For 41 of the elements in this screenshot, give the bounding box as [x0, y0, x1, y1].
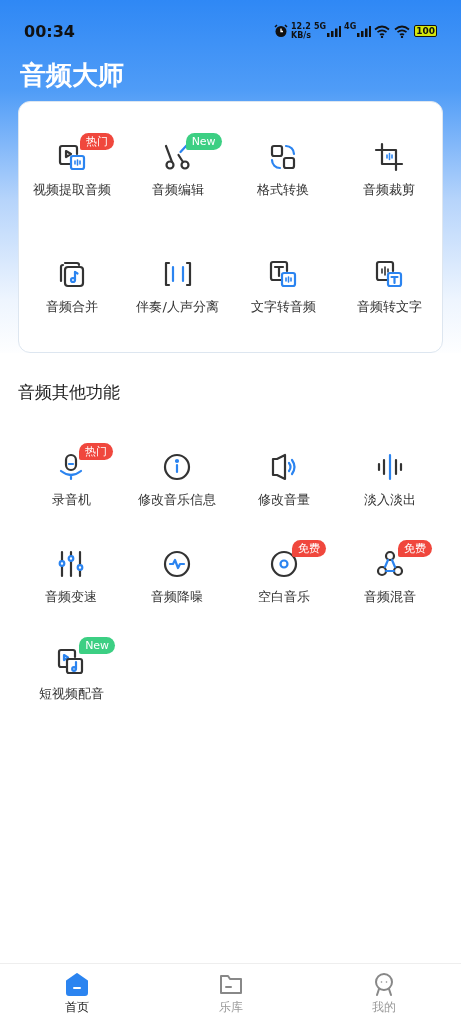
- tool-button[interactable]: 音频降噪: [151, 549, 204, 606]
- tool-button[interactable]: 淡入淡出: [363, 452, 416, 509]
- home-icon: [63, 971, 90, 997]
- battery-indicator: 100: [414, 25, 437, 37]
- network-type: 4G: [344, 22, 357, 31]
- network-type: 5G: [313, 22, 327, 31]
- pulse-icon: [162, 549, 193, 579]
- alarm-clock-icon: [273, 24, 288, 38]
- tool-button[interactable]: 音频变速: [45, 549, 98, 606]
- wifi-icon: [394, 24, 412, 38]
- section-title: 音频其他功能: [18, 381, 121, 404]
- brackets-icon: [162, 259, 193, 289]
- network-speed: 12.2: [291, 22, 311, 31]
- signal-icon: [357, 25, 372, 37]
- crop-icon: [374, 142, 405, 172]
- tool-button[interactable]: 修改音乐信息: [138, 452, 217, 509]
- tool-badge: 免费: [397, 540, 432, 557]
- tool-badge: 免费: [291, 540, 326, 557]
- tool-button[interactable]: 修改音量: [257, 452, 310, 509]
- status-time: 00:34: [24, 21, 75, 41]
- tool-button[interactable]: 伴奏/人声分离: [136, 259, 219, 316]
- tool-button[interactable]: 格式转换: [257, 142, 310, 199]
- wifi-icon: [374, 24, 392, 38]
- info-icon: [162, 452, 193, 482]
- tool-badge: 热门: [79, 133, 114, 150]
- tool-badge: New: [79, 637, 116, 654]
- signal-icon: [327, 25, 342, 37]
- tool-button[interactable]: 音频转文字: [356, 259, 422, 316]
- tool-button[interactable]: 文字转音频: [250, 259, 316, 316]
- tool-button[interactable]: 音频合并: [45, 259, 98, 316]
- tool-badge: New: [185, 133, 222, 150]
- speed-unit: KB/s: [290, 31, 311, 40]
- video-audio-icon: [56, 142, 87, 172]
- tool-badge: 热门: [79, 443, 114, 460]
- audio-text-icon: [374, 259, 405, 289]
- nav-tab[interactable]: 首页: [0, 964, 154, 1024]
- disc-icon: [268, 549, 299, 579]
- app-title: 音频大师: [20, 59, 125, 92]
- text-audio-icon: [268, 259, 299, 289]
- nodes-icon: [374, 549, 405, 579]
- tool-button[interactable]: 音频裁剪: [363, 142, 416, 199]
